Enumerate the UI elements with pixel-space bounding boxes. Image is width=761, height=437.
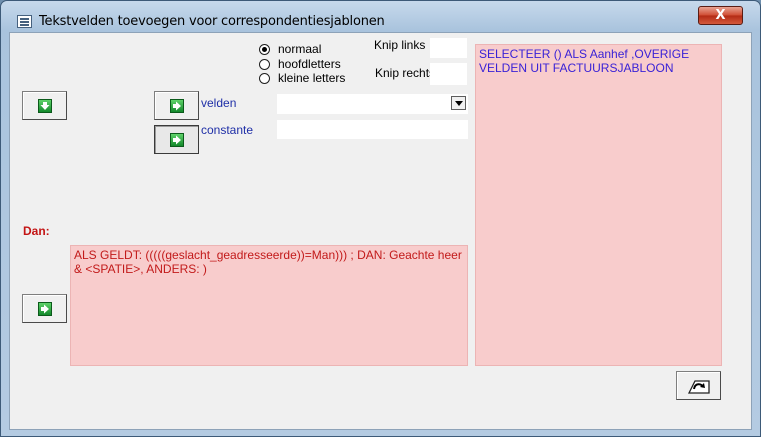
radio-label: kleine letters <box>278 71 346 85</box>
move-down-button[interactable] <box>22 91 67 120</box>
knip-links-input[interactable] <box>430 38 467 58</box>
title-bar[interactable]: Tekstvelden toevoegen voor correspondent… <box>1 1 760 31</box>
undo-button[interactable] <box>676 371 721 400</box>
radio-label: hoofdletters <box>278 57 341 71</box>
condition-textbox[interactable]: ALS GELDT: (((((geslacht_geadresseerde))… <box>70 245 468 366</box>
knip-links-label: Knip links <box>374 38 426 52</box>
add-veld-button[interactable] <box>154 91 199 120</box>
radio-button[interactable] <box>259 72 270 84</box>
result-textbox[interactable]: SELECTEER () ALS Aanhef ,OVERIGE VELDEN … <box>475 44 722 366</box>
arrow-right-icon <box>169 98 184 113</box>
arrow-right-icon <box>37 301 52 316</box>
radio-kleine-letters[interactable]: kleine letters <box>259 71 345 85</box>
chevron-down-icon[interactable] <box>451 96 466 110</box>
arrow-right-icon <box>169 132 184 147</box>
dan-label: Dan: <box>23 224 50 238</box>
arrow-down-icon <box>37 98 52 113</box>
radio-button[interactable] <box>259 43 270 55</box>
add-constante-button[interactable] <box>154 125 199 154</box>
dialog-window: Tekstvelden toevoegen voor correspondent… <box>0 0 761 437</box>
constante-label: constante <box>201 123 254 137</box>
radio-button[interactable] <box>259 58 270 70</box>
knip-rechts-label: Knip rechts <box>375 66 436 80</box>
knip-rechts-input[interactable] <box>430 63 467 85</box>
velden-label: velden <box>201 96 237 110</box>
insert-condition-button[interactable] <box>22 294 67 323</box>
undo-icon <box>687 380 710 394</box>
velden-select[interactable] <box>277 94 468 114</box>
radio-label: normaal <box>278 42 322 56</box>
window-title: Tekstvelden toevoegen voor correspondent… <box>39 14 385 29</box>
form-body: normaal hoofdletters kleine letters Knip… <box>9 32 752 430</box>
radio-hoofdletters[interactable]: hoofdletters <box>259 57 341 71</box>
radio-normaal[interactable]: normaal <box>259 42 321 56</box>
constante-input[interactable] <box>277 120 468 139</box>
close-button[interactable]: X <box>698 6 743 25</box>
form-icon <box>17 15 32 28</box>
